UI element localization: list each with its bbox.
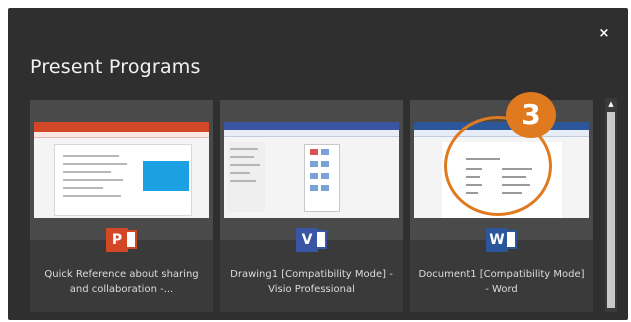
scrollbar-thumb[interactable] [607, 112, 615, 308]
close-icon[interactable]: × [596, 26, 612, 42]
scroll-up-arrow-icon[interactable]: ▲ [607, 100, 615, 108]
program-label-word: Document1 [Compatibility Mode] - Word [418, 269, 585, 295]
vertical-scrollbar[interactable]: ▲ [605, 98, 617, 312]
thumbnail-area [220, 100, 403, 240]
program-card-visio[interactable]: V Drawing1 [Compatibility Mode] - Visio … [220, 100, 403, 312]
visio-icon: V [296, 228, 327, 252]
step-number-badge: 3 [506, 92, 556, 138]
program-label-powerpoint: Quick Reference about sharing and collab… [44, 269, 199, 295]
powerpoint-window-thumbnail [34, 122, 209, 218]
visio-window-thumbnail [224, 122, 399, 218]
panel-title: Present Programs [30, 56, 201, 78]
powerpoint-icon: P [106, 228, 137, 252]
program-card-powerpoint[interactable]: P Quick Reference about sharing and coll… [30, 100, 213, 312]
word-icon: W [486, 228, 517, 252]
program-label-visio: Drawing1 [Compatibility Mode] - Visio Pr… [230, 269, 393, 295]
thumbnail-area [30, 100, 213, 240]
